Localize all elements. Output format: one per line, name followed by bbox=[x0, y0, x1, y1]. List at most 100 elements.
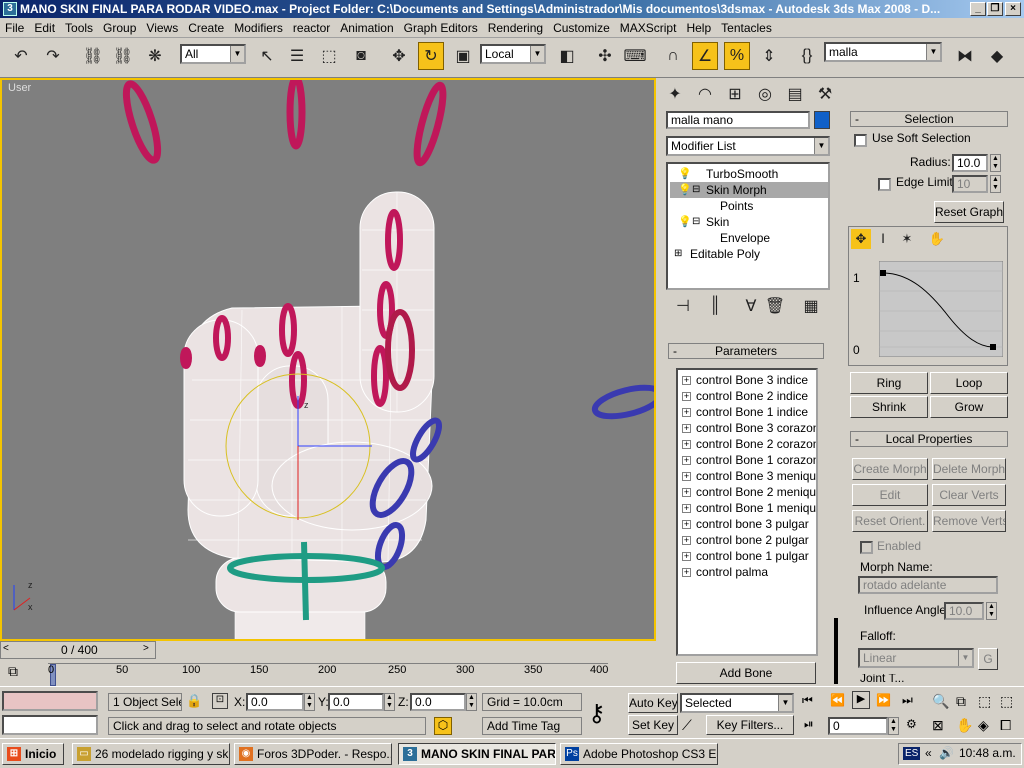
edit-named-selection-icon[interactable]: {} bbox=[794, 42, 820, 70]
close-button[interactable]: × bbox=[1005, 2, 1021, 16]
collapse-icon[interactable]: ⊟ bbox=[692, 216, 700, 227]
menu-views[interactable]: Views bbox=[141, 18, 183, 38]
utilities-tab-icon[interactable]: ⚒ bbox=[812, 80, 838, 108]
select-and-manipulate-icon[interactable]: ✣ bbox=[592, 42, 618, 70]
edge-limit-checkbox[interactable] bbox=[878, 178, 891, 191]
zoom-all-icon[interactable]: ⧉ bbox=[956, 693, 966, 710]
select-and-scale-icon[interactable]: ▣ bbox=[450, 42, 476, 70]
add-time-tag-button[interactable]: Add Time Tag bbox=[482, 717, 582, 735]
maximize-viewport-icon[interactable]: ⧠ bbox=[1000, 717, 1011, 734]
y-spinner[interactable]: ▲ ▼ bbox=[384, 693, 395, 711]
minimize-button[interactable]: _ bbox=[970, 2, 986, 16]
redo-icon[interactable]: ↷ bbox=[40, 42, 66, 70]
menu-help[interactable]: Help bbox=[681, 18, 716, 38]
menu-create[interactable]: Create bbox=[183, 18, 229, 38]
maximize-button[interactable]: ❐ bbox=[987, 2, 1003, 16]
rollout-scrollbar[interactable] bbox=[834, 618, 838, 684]
menu-maxscript[interactable]: MAXScript bbox=[615, 18, 682, 38]
taskbar-item-active[interactable]: 3 MANO SKIN FINAL PAR... bbox=[398, 743, 556, 765]
display-tab-icon[interactable]: ▤ bbox=[782, 80, 808, 108]
pin-stack-icon[interactable]: ⊣ bbox=[670, 292, 696, 320]
auto-key-button[interactable]: Auto Key bbox=[628, 693, 678, 713]
time-slider[interactable]: < 0 / 400 > bbox=[0, 641, 156, 659]
falloff-curve[interactable] bbox=[879, 261, 1003, 357]
enabled-checkbox[interactable] bbox=[860, 541, 873, 554]
ring-button[interactable]: Ring bbox=[850, 372, 928, 394]
object-color-swatch[interactable] bbox=[814, 111, 830, 129]
select-by-name-icon[interactable]: ☰ bbox=[284, 42, 310, 70]
spinner-snap-icon[interactable]: ⇕ bbox=[756, 42, 782, 70]
slider-prev-icon[interactable]: < bbox=[3, 643, 13, 654]
curve-editor-icon[interactable]: ⧉ bbox=[8, 663, 34, 683]
configure-sets-icon[interactable]: ▦ bbox=[798, 292, 824, 320]
pan-graph-icon[interactable]: ✋ bbox=[927, 229, 947, 249]
angle-snap-icon[interactable]: ∠ bbox=[692, 42, 718, 70]
make-unique-icon[interactable]: ∀ bbox=[738, 292, 764, 320]
edit-button[interactable]: Edit bbox=[852, 484, 928, 506]
shrink-button[interactable]: Shrink bbox=[850, 396, 928, 418]
x-spinner[interactable]: ▲ ▼ bbox=[304, 693, 315, 711]
tray-expand-icon[interactable]: « bbox=[925, 746, 932, 760]
y-coordinate-field[interactable]: 0.0 bbox=[328, 693, 384, 711]
delete-morph-button[interactable]: Delete Morph bbox=[932, 458, 1006, 480]
select-and-move-icon[interactable]: ✥ bbox=[386, 42, 412, 70]
snaps-toggle-icon[interactable]: ∩ bbox=[660, 42, 686, 70]
reference-coordinate-dropdown[interactable]: Local ▼ bbox=[480, 44, 546, 64]
add-graph-point-icon[interactable]: ✶ bbox=[897, 229, 917, 249]
bone-item[interactable]: + control Bone 2 corazon bbox=[682, 436, 816, 452]
menu-edit[interactable]: Edit bbox=[29, 18, 60, 38]
loop-button[interactable]: Loop bbox=[930, 372, 1008, 394]
select-and-rotate-icon[interactable]: ↻ bbox=[418, 42, 444, 70]
menu-reactor[interactable]: reactor bbox=[288, 18, 335, 38]
play-icon[interactable]: ▶ bbox=[852, 691, 870, 709]
arc-rotate-icon[interactable]: ◈ bbox=[978, 717, 989, 734]
align-icon[interactable]: ◆ bbox=[984, 42, 1010, 70]
edge-limit-spinner[interactable]: ▲ ▼ bbox=[990, 175, 1001, 193]
create-tab-icon[interactable]: ✦ bbox=[662, 80, 688, 108]
unlink-icon[interactable]: ⛓ bbox=[110, 42, 136, 70]
influence-angle-field[interactable]: 10.0 bbox=[944, 602, 984, 620]
modifier-list-dropdown[interactable]: Modifier List ▼ bbox=[666, 136, 830, 156]
volume-icon[interactable]: 🔊 bbox=[939, 746, 954, 760]
taskbar-item[interactable]: ◉ Foros 3DPoder. - Respo... bbox=[234, 743, 392, 765]
bone-item[interactable]: + control Bone 2 indice bbox=[682, 388, 808, 404]
pivot-center-icon[interactable]: ◧ bbox=[554, 42, 580, 70]
add-bone-button[interactable]: Add Bone bbox=[676, 662, 816, 684]
menu-tentacles[interactable]: Tentacles bbox=[716, 18, 777, 38]
goto-end-icon[interactable]: ⏭ bbox=[902, 693, 913, 708]
absolute-mode-icon[interactable]: ⊡ bbox=[212, 693, 228, 709]
falloff-dropdown[interactable]: Linear ▼ bbox=[858, 648, 974, 668]
scale-graph-point-icon[interactable]: Ⅰ bbox=[873, 229, 893, 249]
key-mode-dropdown[interactable]: Selected ▼ bbox=[680, 693, 794, 713]
bone-item[interactable]: + control bone 1 pulgar bbox=[682, 548, 809, 564]
menu-rendering[interactable]: Rendering bbox=[483, 18, 548, 38]
time-configuration-icon[interactable]: ⚙ bbox=[906, 717, 917, 731]
move-graph-point-icon[interactable]: ✥ bbox=[851, 229, 871, 249]
falloff-g-button[interactable]: G bbox=[978, 648, 998, 670]
bind-space-warp-icon[interactable]: ❋ bbox=[142, 42, 168, 70]
reset-graph-button[interactable]: Reset Graph bbox=[934, 201, 1004, 223]
bone-item[interactable]: + control Bone 1 indice bbox=[682, 404, 808, 420]
zoom-region-icon[interactable]: ⊠ bbox=[932, 717, 944, 734]
selection-rollout-title[interactable]: - Selection bbox=[850, 111, 1008, 127]
set-key-button[interactable]: Set Key bbox=[628, 715, 678, 735]
reset-orient-button[interactable]: Reset Orient. bbox=[852, 510, 928, 532]
modify-tab-icon[interactable]: ◠ bbox=[692, 80, 718, 108]
perspective-viewport[interactable]: User z z x bbox=[0, 78, 656, 641]
bone-item[interactable]: + control Bone 3 indice bbox=[682, 372, 808, 388]
bulb-icon[interactable]: 💡 bbox=[678, 183, 692, 196]
z-coordinate-field[interactable]: 0.0 bbox=[410, 693, 466, 711]
frame-spinner[interactable]: ▲ ▼ bbox=[888, 717, 899, 735]
local-properties-rollout-title[interactable]: - Local Properties bbox=[850, 431, 1008, 447]
remove-modifier-icon[interactable]: 🗑 bbox=[762, 292, 788, 320]
slider-next-icon[interactable]: > bbox=[143, 643, 153, 654]
menu-modifiers[interactable]: Modifiers bbox=[229, 18, 288, 38]
zoom-icon[interactable]: 🔍 bbox=[932, 693, 949, 710]
bone-item[interactable]: + control bone 3 pulgar bbox=[682, 516, 809, 532]
key-mode-toggle-icon[interactable]: ⏯ bbox=[804, 717, 814, 732]
edge-limit-field[interactable]: 10 bbox=[952, 175, 988, 193]
goto-start-icon[interactable]: ⏮ bbox=[802, 693, 813, 708]
current-frame-field[interactable]: 0 bbox=[828, 717, 888, 735]
zoom-extents-icon[interactable]: ⬚ bbox=[978, 693, 991, 710]
rectangular-selection-icon[interactable]: ⬚ bbox=[316, 42, 342, 70]
